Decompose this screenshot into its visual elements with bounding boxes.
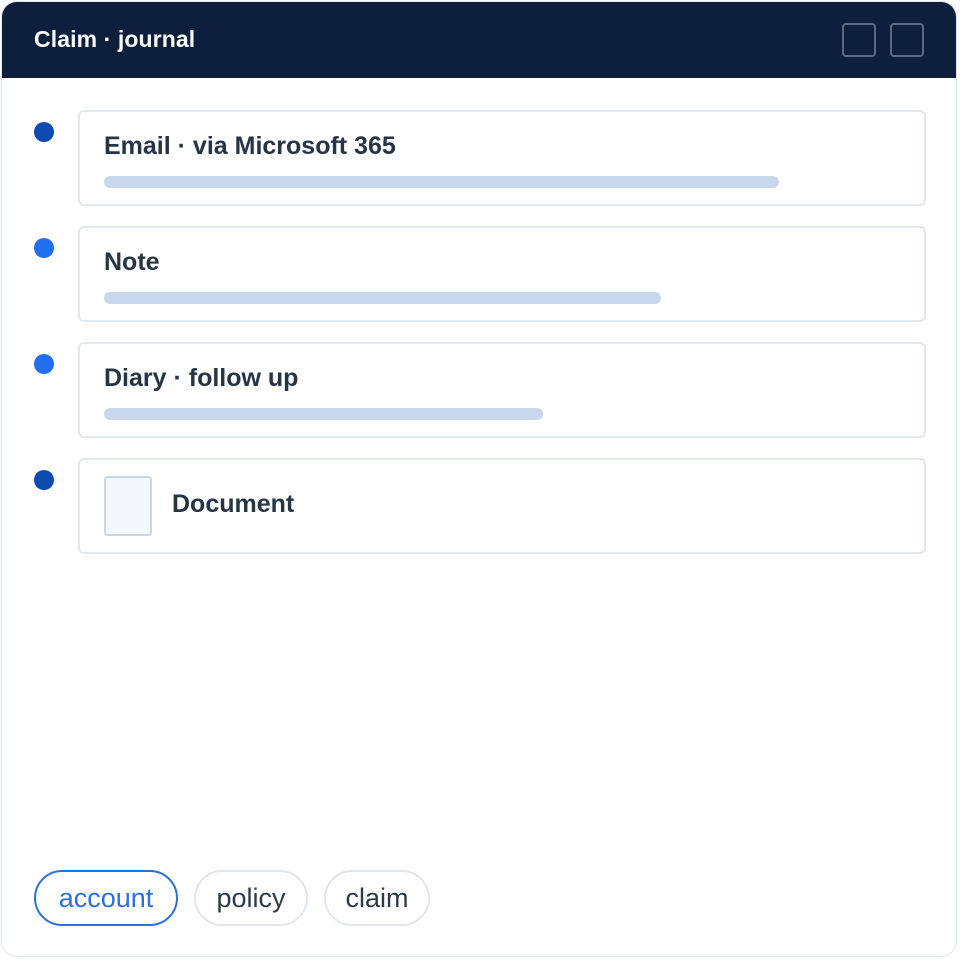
journal-card-diary[interactable]: Diary · follow up xyxy=(78,342,926,438)
maximize-button[interactable] xyxy=(890,23,924,57)
chip-account[interactable]: account xyxy=(34,870,178,926)
card-title: Note xyxy=(104,248,160,276)
timeline-entry-email: Email · via Microsoft 365 xyxy=(2,110,956,206)
journal-card-document[interactable]: Document xyxy=(78,458,926,554)
timeline-dot xyxy=(34,238,54,258)
card-preview-bar xyxy=(104,408,543,420)
journal-card-note[interactable]: Note xyxy=(78,226,926,322)
timeline-entry-document: Document xyxy=(2,458,956,554)
document-icon xyxy=(104,476,152,536)
timeline-dot xyxy=(34,122,54,142)
timeline-entry-note: Note xyxy=(2,226,956,322)
window-title: Claim · journal xyxy=(34,26,196,52)
timeline-entry-diary: Diary · follow up xyxy=(2,342,956,438)
card-title: Document xyxy=(172,490,295,518)
chip-claim[interactable]: claim xyxy=(324,870,430,926)
card-preview-bar xyxy=(104,292,661,304)
minimize-button[interactable] xyxy=(842,23,876,57)
journal-window: Claim · journal Email · via Microsoft 36… xyxy=(1,1,957,957)
card-preview-bar xyxy=(104,176,779,188)
title-bar: Claim · journal xyxy=(2,2,956,78)
timeline-dot xyxy=(34,470,54,490)
card-title: Diary · follow up xyxy=(104,364,299,392)
card-title: Email · via Microsoft 365 xyxy=(104,132,396,160)
journal-timeline: Email · via Microsoft 365 Note Diary · f… xyxy=(2,110,956,574)
journal-card-email[interactable]: Email · via Microsoft 365 xyxy=(78,110,926,206)
chip-policy[interactable]: policy xyxy=(194,870,308,926)
timeline-dot xyxy=(34,354,54,374)
